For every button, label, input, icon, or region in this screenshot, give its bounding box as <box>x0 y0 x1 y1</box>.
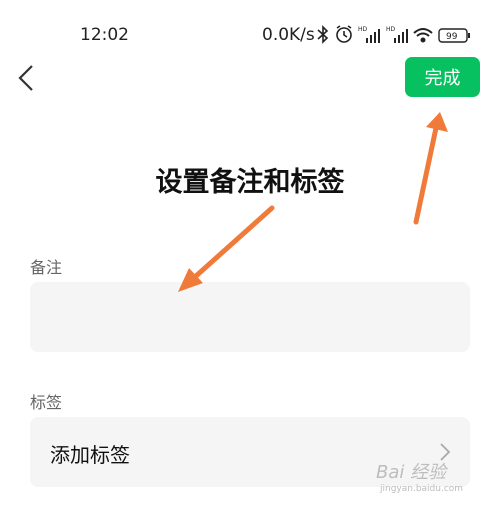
battery-icon: 99 <box>438 28 470 43</box>
svg-text:HD: HD <box>386 26 396 33</box>
status-bar: 12:02 0.0K/s HD HD 99 <box>0 0 500 60</box>
signal-icon: HD <box>358 26 380 43</box>
wifi-icon <box>413 28 433 43</box>
remark-label: 备注 <box>30 258 63 277</box>
status-time: 12:02 <box>80 25 129 45</box>
signal-icon: HD <box>386 26 408 43</box>
remark-input[interactable] <box>30 282 470 352</box>
annotation-title: 设置备注和标签 <box>155 167 345 198</box>
svg-text:HD: HD <box>358 26 368 33</box>
bluetooth-icon <box>317 25 329 44</box>
done-label: 完成 <box>424 68 461 89</box>
add-tag-label: 添加标签 <box>50 443 130 467</box>
status-icons: HD HD 99 <box>317 25 470 44</box>
watermark-url: jingyan.baidu.com <box>380 484 464 494</box>
svg-text:99: 99 <box>446 32 458 42</box>
watermark: Bai 经验 jingyan.baidu.com <box>376 448 486 500</box>
chevron-left-icon[interactable] <box>12 62 40 94</box>
arrow-to-remark <box>178 205 275 292</box>
alarm-icon <box>336 25 352 43</box>
done-button[interactable]: 完成 <box>405 57 480 97</box>
network-speed: 0.0K/s <box>262 25 315 45</box>
tag-section-label: 标签 <box>30 393 63 412</box>
watermark-text: Bai 经验 <box>376 462 447 483</box>
